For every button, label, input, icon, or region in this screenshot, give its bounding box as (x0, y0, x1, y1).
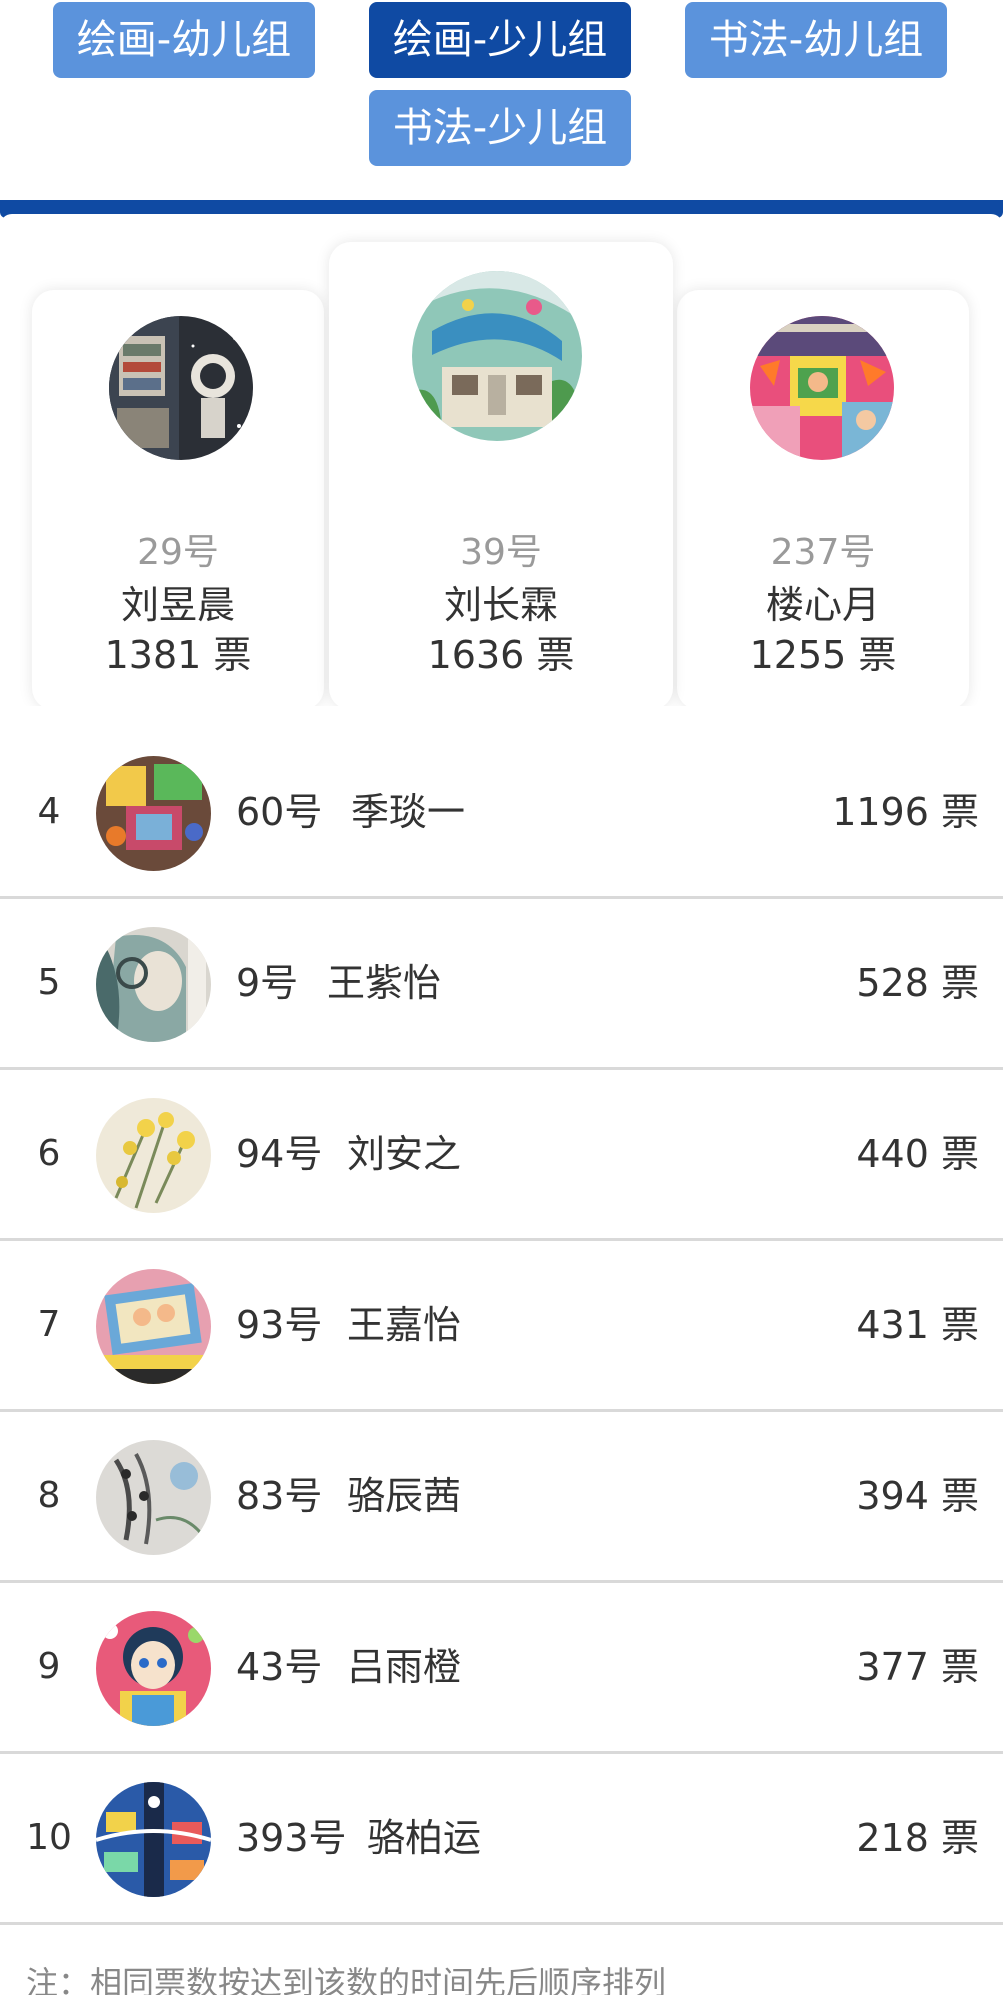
rank-number: 7 (37, 1304, 61, 1345)
vote-count: 528 票 (856, 961, 979, 1005)
vote-count: 1196 票 (832, 790, 979, 834)
podium-card-third[interactable]: 237号 楼心月 1255 票 (657, 290, 989, 730)
artwork-thumbnail (96, 1440, 211, 1555)
avatar (96, 1782, 211, 1897)
artwork-thumbnail (96, 1611, 211, 1726)
artwork-thumbnail (96, 756, 211, 871)
entry-number: 9号 (236, 961, 299, 1005)
ranking-row[interactable]: 9 43号 吕雨橙 377 票 (0, 1583, 1003, 1754)
rank-number: 5 (37, 962, 61, 1003)
podium-card-second[interactable]: 29号 刘昱晨 1381 票 (12, 290, 344, 730)
rank-number: 4 (37, 791, 61, 832)
artwork-thumbnail (412, 271, 582, 441)
tab-calligraphy-youth[interactable]: 书法-少儿组 (369, 90, 631, 166)
avatar (96, 1611, 211, 1726)
artwork-thumbnail (96, 927, 211, 1042)
ranking-row[interactable]: 6 94号 刘安之 440 票 (0, 1070, 1003, 1241)
entry-name: 王嘉怡 (347, 1303, 462, 1347)
entry-number: 237号 (770, 532, 876, 573)
entry-number: 60号 (236, 790, 323, 834)
avatar (412, 271, 582, 441)
entry-name: 吕雨橙 (347, 1645, 462, 1689)
vote-count: 394 票 (856, 1474, 979, 1518)
artwork-thumbnail (109, 316, 253, 460)
vote-count: 431 票 (856, 1303, 979, 1347)
ranking-row[interactable]: 10 393号 骆柏运 218 票 (0, 1754, 1003, 1925)
entry-name: 季琰一 (351, 790, 466, 834)
avatar (109, 316, 253, 460)
entry-name: 王紫怡 (327, 961, 442, 1005)
entry-number: 83号 (236, 1474, 323, 1518)
artwork-thumbnail (96, 1782, 211, 1897)
ranking-row[interactable]: 5 9号 王紫怡 528 票 (0, 899, 1003, 1070)
ranking-row[interactable]: 8 83号 骆辰茜 394 票 (0, 1412, 1003, 1583)
avatar (96, 756, 211, 871)
rank-number: 8 (37, 1475, 61, 1516)
entry-number: 39号 (460, 532, 542, 573)
podium-card-first[interactable]: 39号 刘长霖 1636 票 (309, 242, 693, 730)
artwork-thumbnail (96, 1269, 211, 1384)
entry-number: 94号 (236, 1132, 323, 1176)
entry-name: 骆辰茜 (347, 1474, 462, 1518)
category-tabs: 绘画-幼儿组 绘画-少儿组 书法-幼儿组 书法-少儿组 (0, 0, 1003, 200)
rank-number: 6 (37, 1133, 61, 1174)
vote-count: 1381 票 (104, 633, 252, 677)
entry-name: 楼心月 (765, 583, 880, 627)
tab-painting-youth[interactable]: 绘画-少儿组 (369, 2, 631, 78)
entry-name: 刘安之 (347, 1132, 462, 1176)
vote-count: 377 票 (856, 1645, 979, 1689)
vote-count: 1255 票 (749, 633, 897, 677)
rank-number: 10 (26, 1817, 72, 1858)
vote-count: 440 票 (856, 1132, 979, 1176)
ranking-row[interactable]: 7 93号 王嘉怡 431 票 (0, 1241, 1003, 1412)
entry-number: 43号 (236, 1645, 323, 1689)
ranking-note: 注：相同票数按达到该数的时间先后顺序排列 (26, 1964, 667, 1995)
entry-number: 393号 (236, 1816, 347, 1860)
entry-number: 93号 (236, 1303, 323, 1347)
avatar (96, 1098, 211, 1213)
entry-name: 刘长霖 (443, 583, 558, 627)
tab-calligraphy-kindergarten[interactable]: 书法-幼儿组 (685, 2, 947, 78)
avatar (96, 927, 211, 1042)
entry-name: 骆柏运 (367, 1816, 482, 1860)
vote-count: 218 票 (856, 1816, 979, 1860)
avatar (96, 1440, 211, 1555)
vote-count: 1636 票 (427, 633, 575, 677)
entry-number: 29号 (137, 532, 219, 573)
artwork-thumbnail (96, 1098, 211, 1213)
artwork-thumbnail (750, 316, 894, 460)
ranking-row[interactable]: 4 60号 季琰一 1196 票 (0, 728, 1003, 899)
entry-name: 刘昱晨 (120, 583, 235, 627)
tab-painting-kindergarten[interactable]: 绘画-幼儿组 (53, 2, 315, 78)
avatar (750, 316, 894, 460)
rank-number: 9 (37, 1646, 61, 1687)
avatar (96, 1269, 211, 1384)
